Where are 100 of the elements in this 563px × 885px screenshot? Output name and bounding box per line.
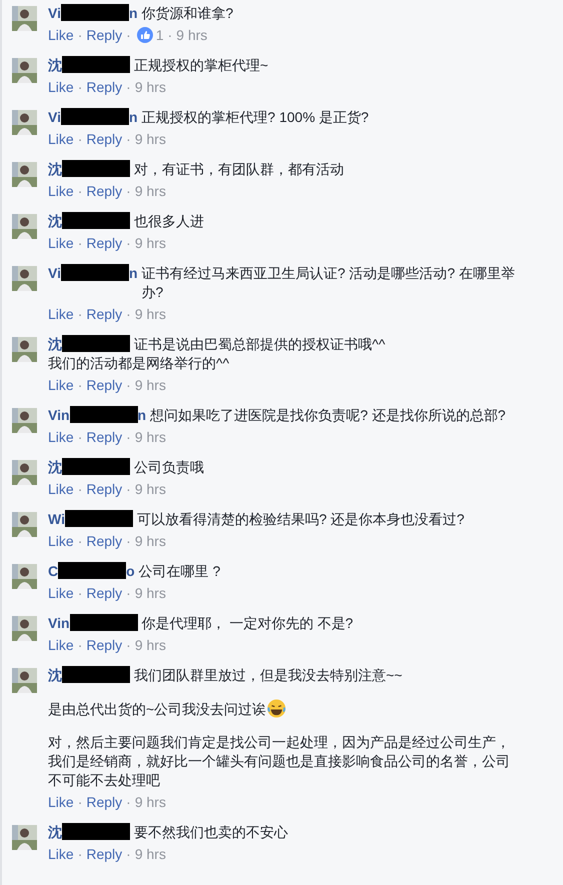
comment-text: 对，然后主要问题我们肯定是找公司一起处理，因为产品是经过公司生产，我们是经销商，就好比一个罐头有问题也是直接影响食品公司的名誉，公司不可能不去处理吧 [48, 733, 511, 790]
commenter-name[interactable]: Vi [48, 108, 61, 127]
separator: · [126, 845, 131, 864]
comment-text: 想问如果吃了进医院是找你负责呢? 还是找你所说的总部? [150, 406, 507, 425]
reply-link[interactable]: Reply [86, 25, 122, 45]
commenter-name[interactable]: Vi [48, 264, 61, 283]
reply-link[interactable]: Reply [86, 583, 122, 603]
separator: · [168, 26, 172, 45]
like-link[interactable]: Like [48, 635, 74, 655]
commenter-name[interactable]: n [128, 264, 138, 283]
separator: · [78, 78, 82, 97]
redaction-bar [70, 614, 138, 631]
comment-text: 我们团队群里放过，但是我没去特别注意~~ [134, 666, 404, 685]
like-link[interactable]: Like [48, 375, 74, 395]
comment-time[interactable]: 9 hrs [134, 181, 166, 201]
comment-time[interactable]: 9 hrs [134, 635, 166, 655]
like-link[interactable]: Like [48, 77, 74, 97]
reply-link[interactable]: Reply [86, 635, 122, 655]
comment-text: 正规授权的掌柜代理~ [134, 56, 270, 75]
comment-time[interactable]: 9 hrs [134, 375, 166, 395]
redaction-bar [62, 458, 130, 475]
separator: · [126, 182, 131, 201]
reply-link[interactable]: Reply [86, 233, 122, 253]
separator: · [78, 130, 82, 149]
like-link[interactable]: Like [48, 792, 74, 812]
like-link[interactable]: Like [48, 304, 74, 324]
separator: · [126, 305, 131, 324]
commenter-name[interactable]: Vi [48, 4, 61, 23]
reply-link[interactable]: Reply [86, 792, 122, 812]
comment-text: 也很多人进 [134, 212, 205, 231]
like-link[interactable]: Like [48, 427, 74, 447]
comment-time[interactable]: 9 hrs [134, 792, 166, 812]
commenter-name[interactable]: 沈 [48, 212, 62, 231]
reply-link[interactable]: Reply [86, 77, 122, 97]
like-link[interactable]: Like [48, 531, 74, 551]
redaction-bar [62, 160, 130, 177]
redaction-bar [62, 335, 130, 352]
reply-link[interactable]: Reply [86, 844, 122, 864]
separator: · [126, 532, 131, 551]
comment-text: 证书是说由巴蜀总部提供的授权证书哦^^ [134, 335, 386, 354]
reply-link[interactable]: Reply [86, 304, 122, 324]
comment-time[interactable]: 9 hrs [134, 844, 166, 864]
redaction-bar [60, 4, 129, 21]
commenter-name[interactable]: o [126, 562, 135, 581]
commenter-name[interactable]: 沈 [48, 458, 62, 477]
redaction-bar [60, 108, 129, 125]
separator: · [126, 26, 131, 45]
reply-link[interactable]: Reply [86, 427, 122, 447]
comment-time[interactable]: 9 hrs [134, 583, 166, 603]
comment-time[interactable]: 9 hrs [134, 233, 166, 253]
like-link[interactable]: Like [48, 25, 74, 45]
commenter-name[interactable]: Vin [48, 406, 70, 425]
comment-time[interactable]: 9 hrs [176, 25, 208, 45]
comment-text: 要不然我们也卖的不安心 [134, 823, 289, 842]
comment-time[interactable]: 9 hrs [134, 531, 166, 551]
commenter-name[interactable]: 沈 [48, 823, 62, 842]
separator: · [78, 480, 82, 499]
like-link[interactable]: Like [48, 181, 74, 201]
reply-link[interactable]: Reply [86, 181, 122, 201]
separator: · [78, 584, 82, 603]
comment-text: 对，有证书，有团队群，都有活动 [134, 160, 345, 179]
comment-text: 你货源和谁拿? [142, 4, 234, 23]
comment-time[interactable]: 9 hrs [134, 129, 166, 149]
commenter-name[interactable]: n [128, 108, 138, 127]
comment-text: 你是代理耶， 一定对你先的 不是? [142, 614, 354, 633]
reply-link[interactable]: Reply [86, 479, 122, 499]
commenter-name[interactable]: n [128, 4, 138, 23]
reply-link[interactable]: Reply [86, 531, 122, 551]
comment-text: 可以放看得清楚的检验结果吗? 还是你本身也没看过? [136, 510, 466, 529]
commenter-name[interactable]: Vin [48, 614, 70, 633]
comment-time[interactable]: 9 hrs [134, 304, 166, 324]
like-link[interactable]: Like [48, 233, 74, 253]
separator: · [78, 845, 82, 864]
reply-link[interactable]: Reply [86, 375, 122, 395]
comment-time[interactable]: 9 hrs [134, 77, 166, 97]
like-link[interactable]: Like [48, 129, 74, 149]
reply-link[interactable]: Reply [86, 129, 122, 149]
commenter-name[interactable]: 沈 [48, 335, 62, 354]
separator: · [126, 480, 131, 499]
like-link[interactable]: Like [48, 479, 74, 499]
commenter-name[interactable]: n [138, 406, 146, 425]
comment-text: 公司负责哦 [134, 458, 205, 477]
comment-time[interactable]: 9 hrs [134, 427, 166, 447]
redaction-bar [62, 666, 130, 683]
comment-time[interactable]: 9 hrs [134, 479, 166, 499]
separator: · [126, 793, 131, 812]
commenter-name[interactable]: 沈 [48, 666, 62, 685]
separator: · [78, 234, 82, 253]
comment-text: 证书有经过马来西亚卫生局认证? 活动是哪些活动? 在哪里举办? [142, 264, 516, 302]
commenter-name[interactable]: Wi [48, 510, 65, 529]
comment-text: 我们的活动都是网络举行的^^ [48, 354, 230, 373]
redaction-bar [62, 56, 130, 73]
commenter-name[interactable]: 沈 [48, 160, 62, 179]
like-link[interactable]: Like [48, 844, 74, 864]
commenter-name[interactable]: 沈 [48, 56, 62, 75]
redaction-bar [60, 264, 129, 281]
commenter-name[interactable]: C [48, 562, 58, 581]
separator: · [126, 584, 131, 603]
like-link[interactable]: Like [48, 583, 74, 603]
redaction-bar [62, 823, 130, 840]
